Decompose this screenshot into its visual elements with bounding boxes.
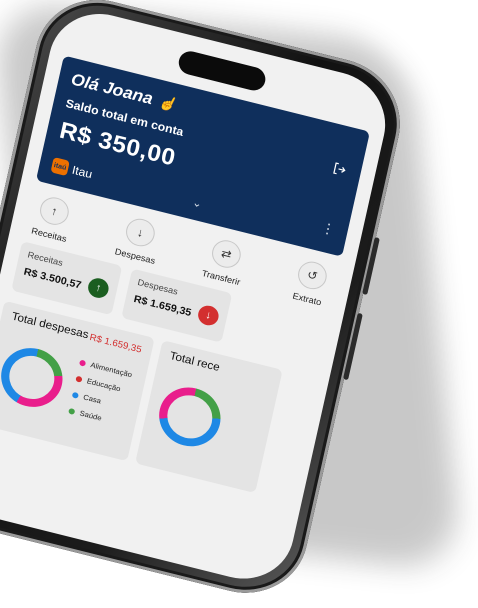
total-receitas-card[interactable]: Total rece	[135, 340, 283, 494]
bank-selector[interactable]: itaú Itau	[50, 156, 94, 182]
total-despesas-value: R$ 1.659,35	[88, 332, 143, 356]
legend-dot	[68, 407, 76, 415]
logout-icon[interactable]	[331, 161, 348, 178]
legend-dot	[71, 391, 80, 399]
more-options-icon[interactable]: ⋮	[320, 219, 337, 238]
expenses-legend: Alimentação Educação Casa Saúde	[66, 358, 133, 435]
arrow-down-icon: ↓	[123, 215, 158, 250]
transfer-icon: ⇄	[209, 237, 244, 271]
legend-dot	[79, 359, 87, 367]
legend-label: Casa	[82, 392, 102, 406]
receitas-value: R$ 3.500,57	[22, 265, 83, 292]
action-extrato[interactable]: ↺ Extrato	[278, 255, 343, 311]
legend-label: Alimentação	[89, 360, 133, 380]
bank-name: Itau	[70, 162, 94, 182]
action-receitas[interactable]: ↑ Receitas	[20, 191, 85, 247]
action-transferir[interactable]: ⇄ Transferir	[192, 234, 257, 290]
total-despesas-title: Total despesas	[10, 310, 90, 342]
arrow-up-icon: ↑	[86, 276, 111, 301]
chevron-down-icon[interactable]: ⌄	[191, 196, 203, 211]
income-donut-chart	[153, 380, 227, 453]
total-receitas-title: Total rece	[168, 350, 221, 374]
action-despesas[interactable]: ↓ Despesas	[106, 212, 171, 268]
legend-dot	[75, 375, 83, 383]
donut-hole	[5, 351, 59, 404]
receitas-title: Receitas	[26, 249, 64, 268]
waving-hand-icon: ☝	[156, 93, 178, 113]
despesas-title: Despesas	[136, 277, 179, 297]
itau-logo: itaú	[50, 156, 70, 177]
legend-label: Educação	[86, 376, 122, 394]
arrow-down-icon: ↓	[196, 303, 221, 328]
arrow-up-icon: ↑	[37, 194, 72, 228]
history-icon: ↺	[295, 258, 330, 293]
legend-label: Saúde	[78, 408, 103, 423]
total-despesas-card[interactable]: Total despesas R$ 1.659,35 Alimentação E…	[0, 300, 155, 462]
expenses-donut-chart	[0, 341, 69, 414]
donut-hole	[163, 390, 217, 444]
despesas-value: R$ 1.659,35	[132, 293, 193, 319]
action-label: Extrato	[291, 290, 323, 308]
